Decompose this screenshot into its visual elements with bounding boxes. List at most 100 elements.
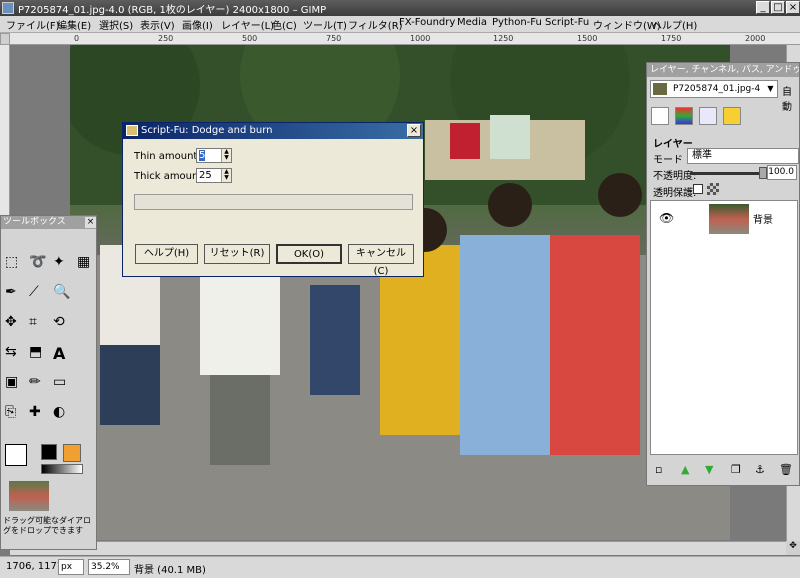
maximize-button[interactable]: □ — [771, 1, 785, 14]
gimp-icon — [2, 2, 14, 14]
mode-value: 標準 — [692, 150, 712, 161]
ruler-tick: 1750 — [661, 34, 682, 43]
thin-amount-spinner[interactable]: 5 ▲ ▼ — [196, 148, 232, 163]
zoom-icon[interactable]: 🔍 — [53, 284, 70, 300]
pointer-coords: 1706, 1177 — [6, 561, 64, 572]
opacity-slider-handle[interactable] — [759, 167, 767, 179]
menu-windows[interactable]: ウィンドウ(W) — [593, 17, 661, 32]
brush-preview[interactable] — [41, 444, 57, 460]
menu-help[interactable]: ヘルプ(H) — [652, 17, 697, 32]
menu-image[interactable]: 画像(I) — [182, 17, 213, 32]
zoom-value: 35.2% — [91, 562, 120, 572]
auto-button[interactable]: 自動 — [782, 83, 799, 113]
paths-icon[interactable]: ✒ — [5, 284, 17, 300]
zoom-select[interactable]: 35.2% — [88, 559, 130, 575]
statusbar: 1706, 1177 px 35.2% 背景 (40.1 MB) — [0, 556, 800, 578]
dialog-close-button[interactable]: × — [407, 124, 421, 137]
gradient-preview[interactable] — [41, 464, 83, 474]
reset-button[interactable]: リセット(R) — [204, 244, 270, 264]
horizontal-scrollbar[interactable] — [10, 541, 786, 555]
background-color-swatch[interactable] — [5, 444, 27, 466]
pencil-icon[interactable]: ✏ — [29, 374, 41, 390]
ruler-corner[interactable] — [0, 33, 10, 45]
menu-select[interactable]: 選択(S) — [99, 17, 133, 32]
anchor-layer-icon[interactable]: ⚓ — [755, 463, 765, 476]
image-select-value: P7205874_01.jpg-4 — [673, 84, 761, 94]
undo-tab-icon[interactable] — [723, 107, 741, 125]
text-tool-icon[interactable]: A — [53, 344, 65, 363]
drop-hint: ドラッグ可能なダイアログをドロップできます — [3, 516, 91, 535]
eye-icon[interactable]: 👁 — [659, 211, 674, 225]
rotate-icon[interactable]: ⟲ — [53, 314, 65, 330]
toolbox-title: ツールボックス — [1, 216, 96, 229]
help-button[interactable]: ヘルプ(H) — [135, 244, 198, 264]
lower-layer-icon[interactable]: ▼ — [705, 463, 713, 476]
ruler-tick: 1250 — [493, 34, 514, 43]
horizontal-ruler[interactable]: 0 250 500 750 1000 1250 1500 1750 2000 — [10, 33, 800, 45]
menubar: ファイル(F) 編集(E) 選択(S) 表示(V) 画像(I) レイヤー(L) … — [0, 16, 800, 33]
paths-tab-icon[interactable] — [699, 107, 717, 125]
spinner-arrows-icon[interactable]: ▲ ▼ — [221, 169, 231, 182]
pattern-preview[interactable] — [63, 444, 81, 462]
fuzzy-select-icon[interactable]: ✦ — [53, 254, 65, 270]
lock-alpha-checkbox[interactable] — [693, 184, 703, 194]
opacity-label: 不透明度: — [653, 171, 697, 182]
toolbox-close-icon[interactable]: × — [85, 217, 96, 228]
duplicate-layer-icon[interactable]: ❐ — [731, 463, 741, 476]
mode-select[interactable]: 標準 — [687, 148, 799, 164]
unit-select[interactable]: px — [58, 559, 84, 575]
checker-icon — [707, 183, 719, 195]
crop-icon[interactable]: ⌗ — [29, 314, 37, 330]
menu-filters[interactable]: フィルタ(R) — [348, 17, 403, 32]
minimize-button[interactable]: _ — [756, 1, 770, 14]
tool-grid: ⬚ ➰ ✦ ▦ ✒ ⟋ 🔍 ✥ ⌗ ⟲ ⇆ ⬒ A ▣ ✏ ▭ ⎘ ✚ ◐ — [5, 254, 95, 434]
menu-script-fu[interactable]: Script-Fu — [545, 17, 589, 28]
layer-row[interactable]: 👁 背景 — [651, 201, 797, 237]
menu-edit[interactable]: 編集(E) — [57, 17, 91, 32]
heal-icon[interactable]: ✚ — [29, 404, 41, 420]
navigate-icon[interactable]: ✥ — [786, 541, 800, 555]
opacity-input[interactable]: 100.0 — [767, 165, 797, 180]
delete-layer-icon[interactable]: 🗑 — [779, 463, 793, 476]
perspective-icon[interactable]: ⬒ — [29, 344, 42, 360]
ruler-tick: 1000 — [410, 34, 431, 43]
rect-select-icon[interactable]: ⬚ — [5, 254, 18, 270]
layers-tab-icon[interactable] — [651, 107, 669, 125]
channels-tab-icon[interactable] — [675, 107, 693, 125]
cancel-button[interactable]: キャンセル(C) — [348, 244, 414, 277]
select-by-color-icon[interactable]: ▦ — [77, 254, 90, 270]
lasso-icon[interactable]: ➰ — [29, 254, 46, 270]
menu-media[interactable]: Media — [457, 17, 487, 28]
layer-thumbnail — [709, 204, 749, 234]
clone-icon[interactable]: ⎘ — [5, 404, 16, 420]
menu-file[interactable]: ファイル(F) — [6, 17, 60, 32]
menu-python-fu[interactable]: Python-Fu — [492, 17, 542, 28]
ruler-tick: 500 — [242, 34, 258, 43]
image-canvas[interactable] — [70, 45, 730, 540]
menu-view[interactable]: 表示(V) — [140, 17, 175, 32]
move-icon[interactable]: ✥ — [5, 314, 17, 330]
thick-amount-spinner[interactable]: 25 ▲ ▼ — [196, 168, 232, 183]
raise-layer-icon[interactable]: ▲ — [681, 463, 689, 476]
window-title: P7205874_01.jpg-4.0 (RGB, 1枚のレイヤー) 2400x… — [18, 5, 327, 16]
eraser-icon[interactable]: ▭ — [53, 374, 66, 390]
menu-tools[interactable]: ツール(T) — [303, 17, 347, 32]
opacity-slider[interactable] — [691, 172, 761, 175]
dodge-burn-icon[interactable]: ◐ — [53, 404, 65, 420]
ok-button[interactable]: OK(O) — [276, 244, 342, 264]
menu-layer[interactable]: レイヤー(L) — [221, 17, 274, 32]
new-layer-icon[interactable]: ▫ — [655, 463, 662, 476]
close-button[interactable]: × — [786, 1, 800, 14]
spinner-arrows-icon[interactable]: ▲ ▼ — [221, 149, 231, 162]
menu-fx-foundry[interactable]: FX-Foundry — [399, 17, 455, 28]
layers-list[interactable]: 👁 背景 — [650, 200, 798, 455]
image-select[interactable]: P7205874_01.jpg-4 — [650, 80, 778, 98]
layers-dock: レイヤー, チャンネル, パス, アンドゥ P7205874_01.jpg-4 … — [646, 62, 800, 486]
bucket-fill-icon[interactable]: ▣ — [5, 374, 18, 390]
flip-icon[interactable]: ⇆ — [5, 344, 17, 360]
image-preview[interactable] — [9, 481, 49, 511]
menu-color[interactable]: 色(C) — [272, 17, 297, 32]
dialog-title: Script-Fu: Dodge and burn — [141, 125, 273, 136]
chevron-down-icon[interactable]: ▼ — [765, 82, 776, 96]
color-picker-icon[interactable]: ⟋ — [29, 284, 39, 300]
